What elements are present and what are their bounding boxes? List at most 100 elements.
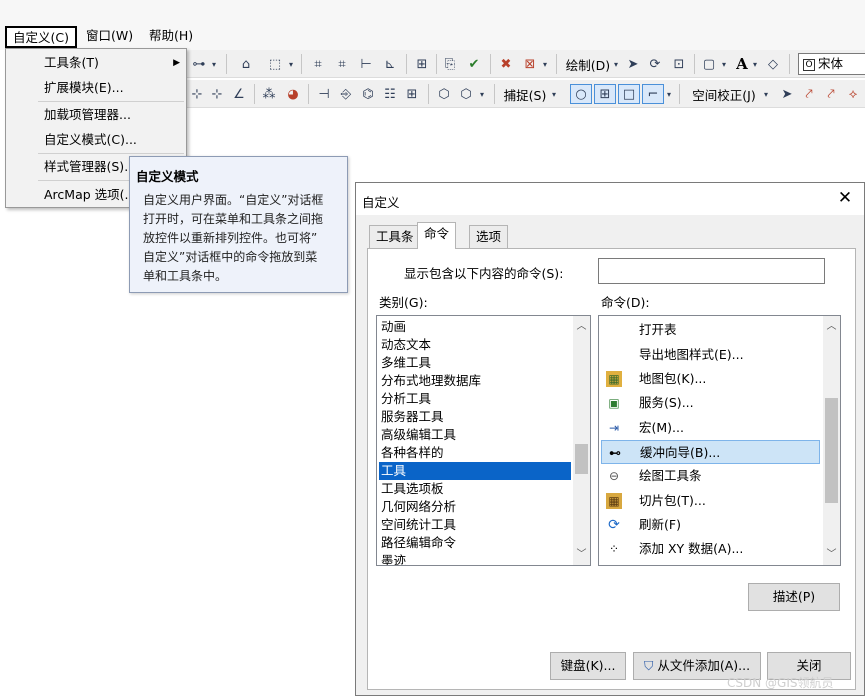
text-tool-icon[interactable]: A [734, 54, 750, 74]
select-arrow-icon[interactable]: ➤ [778, 84, 796, 104]
vertex-snap-icon[interactable]: ⊞ [594, 84, 616, 104]
scroll-down-icon[interactable]: ﹀ [823, 546, 840, 563]
command-item-selected[interactable]: ⊷ 缓冲向导(B)... [601, 440, 820, 464]
command-item[interactable]: ▦ 地图包(K)... [601, 367, 820, 391]
category-item[interactable]: 路径编辑命令 [379, 534, 571, 552]
network-tool-icon[interactable]: ⌬ [358, 84, 378, 104]
scroll-down-icon[interactable]: ﹀ [573, 546, 590, 563]
menu-item-toolbars[interactable]: 工具条(T) ▶ [6, 51, 186, 75]
snap-menu[interactable]: 捕捉(S) [500, 84, 550, 104]
command-item[interactable]: ▦ 切片包(T)... [601, 489, 820, 513]
dropdown-arrow-icon[interactable]: ▾ [612, 54, 620, 74]
category-item[interactable]: 分布式地理数据库 [379, 372, 571, 390]
command-list[interactable]: 打开表 导出地图样式(E)... ▦ 地图包(K)... ▣ 服务(S)... … [598, 315, 841, 566]
smooth-icon[interactable]: ⬡ [456, 84, 476, 104]
tab-commands[interactable]: 命令 [417, 222, 457, 249]
command-item[interactable]: ⁘ 添加 XY 数据(A)... [601, 537, 820, 561]
command-item[interactable]: ⟳ 刷新(F) [601, 513, 820, 537]
command-item[interactable]: ⇥ 宏(M)... [601, 416, 820, 440]
search-input[interactable] [598, 258, 825, 284]
tab-options[interactable]: 选项 [469, 225, 509, 249]
menu-item-extensions[interactable]: 扩展模块(E)... [6, 76, 186, 100]
category-item[interactable]: 各种各样的 [379, 444, 571, 462]
edit-tool-icon[interactable]: ⊢ [356, 54, 376, 74]
route-tool-icon[interactable]: ⎆ [336, 84, 356, 104]
menu-window[interactable]: 窗口(W) [80, 26, 139, 48]
category-scrollbar[interactable]: ︿ ﹀ [573, 316, 590, 565]
menu-item-customize-mode[interactable]: 自定义模式(C)... [6, 128, 186, 152]
dropdown-arrow-icon[interactable]: ▾ [541, 54, 549, 74]
select-elements-icon[interactable]: ➤ [624, 54, 642, 74]
category-list[interactable]: 动画 动态文本 多维工具 分布式地理数据库 分析工具 服务器工具 高级编辑工具 … [376, 315, 591, 566]
point-snap-icon[interactable]: ○ [570, 84, 592, 104]
dropdown-arrow-icon[interactable]: ▾ [665, 84, 673, 104]
menu-item-addin-manager[interactable]: 加载项管理器... [6, 103, 186, 127]
delete-icon[interactable]: ⊠ [520, 54, 540, 74]
sketch-tool-icon[interactable]: ⁂ [260, 84, 278, 104]
cross-tool-icon[interactable]: ⊹ [208, 84, 226, 104]
category-item[interactable]: 空间统计工具 [379, 516, 571, 534]
select-features-icon[interactable]: ⬚ [264, 54, 286, 74]
dropdown-arrow-icon[interactable]: ▾ [210, 54, 218, 74]
rectangle-icon[interactable]: ▢ [700, 54, 718, 74]
edit-vertices-icon[interactable]: ◇ [764, 54, 782, 74]
category-item[interactable]: 几何网络分析 [379, 498, 571, 516]
table-tool-icon[interactable]: ☷ [380, 84, 400, 104]
tab-toolbars[interactable]: 工具条 [369, 225, 421, 249]
globe-icon[interactable]: ◕ [284, 84, 302, 104]
scroll-up-icon[interactable]: ︿ [823, 318, 840, 335]
rotate-icon[interactable]: ⟳ [646, 54, 664, 74]
category-item[interactable]: 工具选项板 [379, 480, 571, 498]
new-displacement-link-icon[interactable]: ⤤ [800, 84, 818, 104]
scroll-thumb[interactable] [575, 444, 588, 474]
error-inspector-icon[interactable]: ⊞ [412, 54, 432, 74]
spatial-adjust-menu[interactable]: 空间校正(J) [686, 84, 762, 104]
generalize-icon[interactable]: ⬡ [434, 84, 454, 104]
category-item[interactable]: 服务器工具 [379, 408, 571, 426]
edge-snap-icon[interactable]: □ [618, 84, 640, 104]
zoom-whole-page-icon[interactable]: ⊡ [670, 54, 688, 74]
map-topology-icon[interactable]: ⌗ [332, 54, 352, 74]
end-snap-icon[interactable]: ⌐ [642, 84, 664, 104]
validate-check-icon[interactable]: ✔ [464, 54, 484, 74]
command-item[interactable]: ⊖ 绘图工具条 [601, 464, 820, 488]
category-item[interactable]: 动画 [379, 318, 571, 336]
scroll-thumb[interactable] [825, 398, 838, 503]
category-item[interactable]: 墨迹 [379, 552, 571, 565]
describe-button[interactable]: 描述(P) [748, 583, 840, 611]
keyboard-button[interactable]: 键盘(K)... [550, 652, 626, 680]
identity-link-icon[interactable]: ⟡ [844, 84, 862, 104]
dropdown-arrow-icon[interactable]: ▾ [550, 84, 558, 104]
dropdown-arrow-icon[interactable]: ▾ [751, 54, 759, 74]
category-item[interactable]: 分析工具 [379, 390, 571, 408]
dropdown-arrow-icon[interactable]: ▾ [720, 54, 728, 74]
category-item-selected[interactable]: 工具 [379, 462, 571, 480]
dropdown-arrow-icon[interactable]: ▾ [762, 84, 770, 104]
remove-icon[interactable]: ✖ [496, 54, 516, 74]
grid-tool-icon[interactable]: ⊞ [402, 84, 422, 104]
split-tool-icon[interactable]: ⊹ [188, 84, 206, 104]
scroll-up-icon[interactable]: ︿ [573, 318, 590, 335]
multi-displacement-link-icon[interactable]: ⤤ [822, 84, 840, 104]
command-item[interactable]: 打开表 [601, 318, 820, 342]
extend-tool-icon[interactable]: ∠ [230, 84, 248, 104]
topology-icon[interactable]: ⌗ [308, 54, 328, 74]
dropdown-arrow-icon[interactable]: ▾ [478, 84, 486, 104]
draw-menu[interactable]: 绘制(D) [564, 54, 612, 74]
menu-customize[interactable]: 自定义(C) [5, 26, 77, 48]
command-item[interactable]: 导出地图样式(E)... [601, 343, 820, 367]
catalog-icon[interactable]: ⌂ [236, 54, 256, 74]
command-item[interactable]: ▣ 服务(S)... [601, 391, 820, 415]
font-select[interactable]: O 宋体 [798, 53, 865, 75]
command-scrollbar[interactable]: ︿ ﹀ [823, 316, 840, 565]
dropdown-arrow-icon[interactable]: ▾ [287, 54, 295, 74]
network-icon[interactable]: ⊶ [190, 54, 208, 74]
category-item[interactable]: 动态文本 [379, 336, 571, 354]
align-tool-icon[interactable]: ⊣ [314, 84, 334, 104]
validate-icon[interactable]: ⎘ [440, 54, 460, 74]
category-item[interactable]: 多维工具 [379, 354, 571, 372]
category-item[interactable]: 高级编辑工具 [379, 426, 571, 444]
fix-error-icon[interactable]: ⊾ [380, 54, 400, 74]
close-icon[interactable]: ✕ [832, 187, 858, 211]
menu-help[interactable]: 帮助(H) [143, 26, 199, 48]
